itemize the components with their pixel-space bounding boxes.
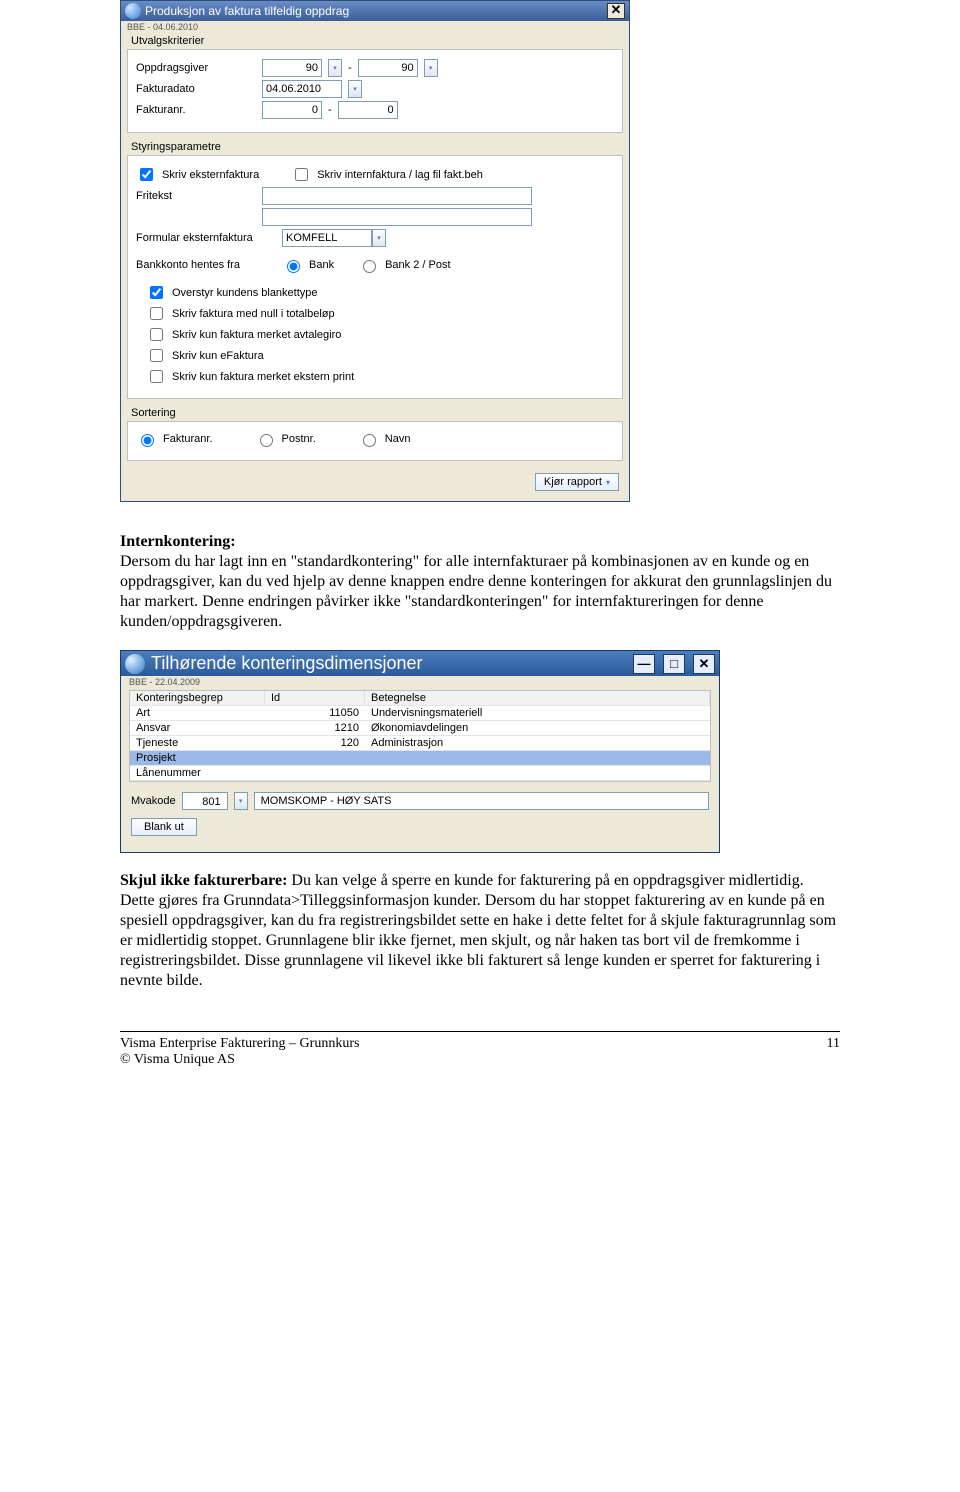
dropdown-icon[interactable]: ▾ <box>424 59 438 77</box>
cb-eksternfaktura[interactable] <box>140 168 153 181</box>
col-header: Id <box>265 691 365 705</box>
radio-sort-fakturanr-label: Fakturanr. <box>163 433 213 445</box>
cb-internfaktura-label: Skriv internfaktura / lag fil fakt.beh <box>317 169 483 181</box>
close-button-2[interactable]: ✕ <box>693 654 715 674</box>
dropdown-icon[interactable]: ▾ <box>372 229 386 247</box>
titlebar-2: Tilhørende konteringsdimensjoner — □ ✕ <box>121 651 719 676</box>
group-styringsparametre: Skriv eksternfaktura Skriv internfaktura… <box>127 155 623 399</box>
table-row[interactable]: Tjeneste 120 Administrasjon <box>130 736 710 751</box>
dash: - <box>328 104 332 116</box>
mvakode-row: Mvakode 801 ▾ MOMSKOMP - HØY SATS <box>121 784 719 812</box>
fakturadato-label: Fakturadato <box>136 83 256 95</box>
para-internkontering: Internkontering: Dersom du har lagt inn … <box>120 532 840 632</box>
mvakode-input[interactable]: 801 <box>182 792 228 810</box>
window-title: Produksjon av faktura tilfeldig oppdrag <box>145 4 603 18</box>
window-title-2: Tilhørende konteringsdimensjoner <box>151 653 625 674</box>
cb-efaktura-label: Skriv kun eFaktura <box>172 350 264 362</box>
col-header: Konteringsbegrep <box>130 691 265 705</box>
group-styring-label: Styringsparametre <box>121 139 629 153</box>
page-number: 11 <box>827 1036 840 1068</box>
app-icon <box>125 654 145 674</box>
dropdown-icon[interactable]: ▾ <box>234 792 248 810</box>
group-utvalgskriterier: Oppdragsgiver ▾ - ▾ Fakturadato ▾ Faktur… <box>127 49 623 133</box>
fakturadato-input[interactable] <box>262 80 342 98</box>
dropdown-icon[interactable]: ▾ <box>348 80 362 98</box>
footer-line2: © Visma Unique AS <box>120 1052 359 1068</box>
cb-eksternprint-label: Skriv kun faktura merket ekstern print <box>172 371 354 383</box>
table-row[interactable]: Lånenummer <box>130 766 710 781</box>
cb-overstyr[interactable] <box>150 286 163 299</box>
radio-sort-postnr[interactable] <box>260 434 273 447</box>
radio-bank-label: Bank <box>309 259 334 271</box>
blank-ut-label: Blank ut <box>144 821 184 833</box>
fakturanr-to-input[interactable] <box>338 101 398 119</box>
group-sortering: Fakturanr. Postnr. Navn <box>127 421 623 461</box>
oppdragsgiver-label: Oppdragsgiver <box>136 62 256 74</box>
para1-text: Dersom du har lagt inn en "standardkonte… <box>120 553 832 630</box>
table-header-row: Konteringsbegrep Id Betegnelse <box>130 691 710 706</box>
fakturanr-from-input[interactable] <box>262 101 322 119</box>
close-button[interactable]: ✕ <box>607 3 625 19</box>
oppdragsgiver-from-input[interactable] <box>262 59 322 77</box>
minimize-button[interactable]: — <box>633 654 655 674</box>
run-report-button[interactable]: Kjør rapport ▾ <box>535 473 619 491</box>
table-row[interactable]: Ansvar 1210 Økonomiavdelingen <box>130 721 710 736</box>
fakturanr-label: Fakturanr. <box>136 104 256 116</box>
table-row-selected[interactable]: Prosjekt <box>130 751 710 766</box>
run-report-label: Kjør rapport <box>544 476 602 488</box>
radio-sort-fakturanr[interactable] <box>141 434 154 447</box>
page-footer: Visma Enterprise Fakturering – Grunnkurs… <box>120 1031 840 1068</box>
oppdragsgiver-to-input[interactable] <box>358 59 418 77</box>
formular-select[interactable]: KOMFELL <box>282 229 372 247</box>
dash: - <box>348 62 352 74</box>
cb-efaktura[interactable] <box>150 349 163 362</box>
para2-heading: Skjul ikke fakturerbare: <box>120 872 287 889</box>
footer-line1: Visma Enterprise Fakturering – Grunnkurs <box>120 1036 359 1052</box>
dropdown-icon[interactable]: ▾ <box>328 59 342 77</box>
formular-label: Formular eksternfaktura <box>136 232 276 244</box>
maximize-button[interactable]: □ <box>663 654 685 674</box>
radio-bank2-label: Bank 2 / Post <box>385 259 450 271</box>
radio-sort-navn[interactable] <box>363 434 376 447</box>
cb-overstyr-label: Overstyr kundens blankettype <box>172 287 318 299</box>
blank-ut-button[interactable]: Blank ut <box>131 818 197 836</box>
fritekst-label: Fritekst <box>136 190 256 202</box>
cb-eksternfaktura-label: Skriv eksternfaktura <box>162 169 259 181</box>
sub-header: BBE - 04.06.2010 <box>121 21 629 33</box>
cb-null-label: Skriv faktura med null i totalbeløp <box>172 308 335 320</box>
group-utvalg-label: Utvalgskriterier <box>121 33 629 47</box>
cb-null[interactable] <box>150 307 163 320</box>
para-skjul-ikke-fakturerbare: Skjul ikke fakturerbare: Du kan velge å … <box>120 871 840 991</box>
bankkonto-label: Bankkonto hentes fra <box>136 259 276 271</box>
col-header: Betegnelse <box>365 691 710 705</box>
titlebar: Produksjon av faktura tilfeldig oppdrag … <box>121 1 629 21</box>
dialog-produksjon-faktura: Produksjon av faktura tilfeldig oppdrag … <box>120 0 630 502</box>
sub-header-2: BBE - 22.04.2009 <box>121 676 719 688</box>
radio-sort-postnr-label: Postnr. <box>282 433 316 445</box>
para1-heading: Internkontering: <box>120 533 236 550</box>
group-sort-label: Sortering <box>121 405 629 419</box>
para2-text: Du kan velge å sperre en kunde for faktu… <box>120 872 836 989</box>
fritekst-input-1[interactable] <box>262 187 532 205</box>
kontering-table: Konteringsbegrep Id Betegnelse Art 11050… <box>129 690 711 782</box>
cb-avtale-label: Skriv kun faktura merket avtalegiro <box>172 329 341 341</box>
cb-avtale[interactable] <box>150 328 163 341</box>
app-icon <box>125 3 141 19</box>
cb-internfaktura[interactable] <box>295 168 308 181</box>
radio-bank[interactable] <box>287 260 300 273</box>
cb-eksternprint[interactable] <box>150 370 163 383</box>
radio-sort-navn-label: Navn <box>385 433 411 445</box>
chevron-down-icon: ▾ <box>606 478 610 487</box>
mvakode-label: Mvakode <box>131 795 176 807</box>
dialog-tilhorende-konteringsdimensjoner: Tilhørende konteringsdimensjoner — □ ✕ B… <box>120 650 720 853</box>
table-row[interactable]: Art 11050 Undervisningsmateriell <box>130 706 710 721</box>
radio-bank2[interactable] <box>363 260 376 273</box>
fritekst-input-2[interactable] <box>262 208 532 226</box>
mvakode-text: MOMSKOMP - HØY SATS <box>254 792 709 810</box>
